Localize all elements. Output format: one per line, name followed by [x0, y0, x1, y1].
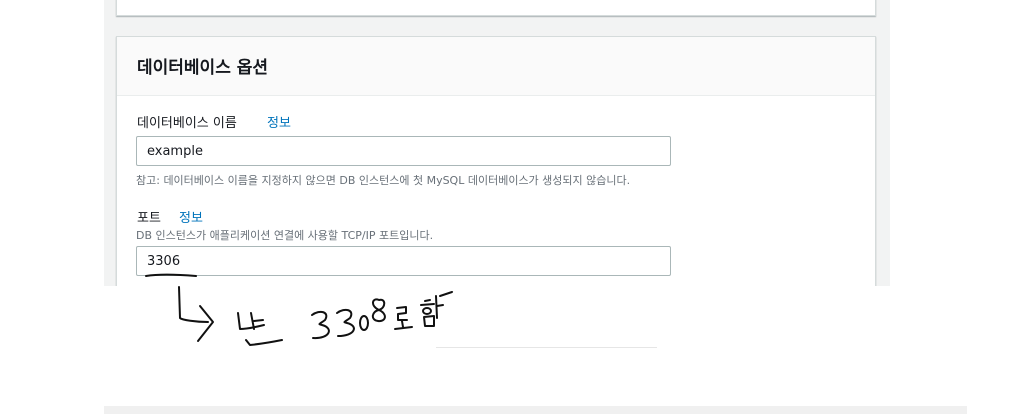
- divider: [436, 347, 657, 348]
- port-label: 포트: [137, 211, 161, 226]
- db-name-hint: 참고: 데이터베이스 이름을 지정하지 않으면 DB 인스턴스에 첫 MySQL…: [136, 174, 631, 187]
- cropped-area: [0, 286, 1016, 414]
- bottom-strip: [104, 406, 967, 414]
- port-info-link[interactable]: 정보: [179, 207, 203, 226]
- db-name-input[interactable]: [136, 136, 671, 166]
- db-name-label: 데이터베이스 이름: [137, 116, 237, 131]
- panel-header: 데이터베이스 옵션: [117, 37, 875, 96]
- db-name-info-link[interactable]: 정보: [267, 112, 291, 131]
- previous-panel: [116, 0, 876, 16]
- section-title: 데이터베이스 옵션: [137, 58, 269, 78]
- port-description: DB 인스턴스가 애플리케이션 연결에 사용할 TCP/IP 포트입니다.: [136, 229, 434, 242]
- port-input[interactable]: [136, 246, 671, 276]
